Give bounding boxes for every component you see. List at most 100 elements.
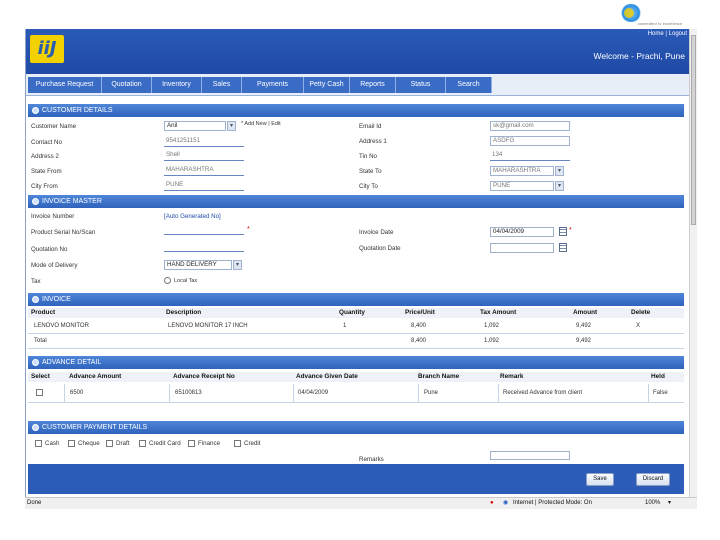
credit-card-checkbox[interactable]: [139, 440, 146, 447]
cell-branch: Pune: [424, 390, 439, 396]
chevron-down-icon[interactable]: ▾: [233, 260, 242, 270]
home-link[interactable]: Home: [648, 31, 664, 37]
address1-label: Address 1: [359, 138, 387, 145]
cheque-label: Cheque: [78, 440, 100, 447]
invoice-date-label: Invoice Date: [359, 229, 394, 236]
remarks-label: Remarks: [359, 456, 384, 463]
cell-quantity: 1: [343, 323, 347, 329]
nav-purchase-request[interactable]: Purchase Request: [28, 77, 102, 93]
invoice-header: INVOICE: [28, 293, 684, 306]
contact-field[interactable]: 9541251151: [164, 137, 244, 147]
cell-given-date: 04/04/2009: [298, 390, 329, 396]
col-select: Select: [31, 373, 50, 380]
nav-petty-cash[interactable]: Petty Cash: [304, 77, 350, 93]
nav-search[interactable]: Search: [446, 77, 492, 93]
required-star: *: [247, 226, 250, 233]
nav-status[interactable]: Status: [396, 77, 446, 93]
col-held: Held: [651, 373, 665, 380]
chevron-down-icon[interactable]: ▾: [555, 166, 564, 176]
serial-label: Product Serial No/Scan: [31, 229, 96, 236]
tax-radio[interactable]: [164, 277, 171, 284]
zoom-level[interactable]: 100%: [645, 498, 660, 509]
calendar-icon[interactable]: [559, 243, 567, 252]
top-links: Home | Logout: [647, 31, 687, 37]
cash-checkbox[interactable]: [35, 440, 42, 447]
tin-label: Tin No: [359, 153, 377, 160]
nav-sales[interactable]: Sales: [202, 77, 242, 93]
serial-field[interactable]: [164, 225, 244, 235]
app-window: iiJ Home | Logout Welcome - Prachi, Pune…: [25, 29, 689, 499]
add-edit-links: * Add New | Edit: [241, 121, 281, 127]
discard-button[interactable]: Discard: [636, 473, 670, 486]
action-bar: Save Discard: [28, 464, 684, 494]
section-icon: [32, 359, 39, 366]
total-row: Total 8,400 1,092 9,492: [28, 334, 684, 349]
finance-checkbox[interactable]: [188, 440, 195, 447]
col-amount: Amount: [573, 309, 598, 316]
add-new-link[interactable]: * Add New: [241, 121, 267, 127]
section-title: CUSTOMER DETAILS: [42, 107, 113, 114]
email-field[interactable]: sk@gmail.com: [490, 121, 570, 131]
section-icon: [32, 424, 39, 431]
quotation-no-field[interactable]: [164, 242, 244, 252]
vertical-scrollbar[interactable]: [689, 29, 697, 499]
cell-held: False: [653, 390, 668, 396]
cheque-checkbox[interactable]: [68, 440, 75, 447]
nav-inventory[interactable]: Inventory: [152, 77, 202, 93]
save-button[interactable]: Save: [586, 473, 614, 486]
nav-reports[interactable]: Reports: [350, 77, 396, 93]
state-from-label: State From: [31, 168, 62, 175]
credit-label: Credit: [244, 440, 261, 447]
customer-name-select[interactable]: Anil: [164, 121, 226, 131]
draft-checkbox[interactable]: [106, 440, 113, 447]
nav-payments[interactable]: Payments: [242, 77, 304, 93]
tax-label: Tax: [31, 278, 41, 285]
payment-details-header: CUSTOMER PAYMENT DETAILS: [28, 421, 684, 434]
app-header: iiJ Home | Logout Welcome - Prachi, Pune: [26, 29, 689, 74]
col-description: Description: [166, 309, 202, 316]
state-to-select[interactable]: MAHARASHTRA: [490, 166, 554, 176]
city-from-label: City From: [31, 183, 58, 190]
main-nav: Purchase Request Quotation Inventory Sal…: [26, 74, 689, 96]
chevron-down-icon[interactable]: ▾: [227, 121, 236, 131]
address1-field[interactable]: ASDFG: [490, 136, 570, 146]
contact-label: Contact No: [31, 139, 62, 146]
delivery-select[interactable]: HAND DELIVERY: [164, 260, 232, 270]
column-divider: [169, 384, 170, 403]
app-logo: iiJ: [30, 35, 64, 63]
welcome-text: Welcome - Prachi, Pune: [593, 51, 686, 61]
remarks-field[interactable]: [490, 451, 570, 460]
calendar-icon[interactable]: [559, 227, 567, 236]
cell-remark: Received Advance from client: [503, 390, 583, 396]
chevron-down-icon[interactable]: ▾: [555, 181, 564, 191]
chevron-down-icon[interactable]: ▾: [668, 498, 671, 509]
section-title: INVOICE: [42, 296, 71, 303]
total-label: Total: [34, 338, 47, 344]
tin-field[interactable]: 134: [490, 151, 570, 161]
scrollbar-thumb[interactable]: [691, 35, 696, 225]
state-to-label: State To: [359, 168, 382, 175]
col-product: Product: [31, 309, 56, 316]
logout-link[interactable]: Logout: [669, 31, 687, 37]
cell-receipt-no: 65100813: [175, 390, 202, 396]
cell-advance-amount: 6500: [70, 390, 84, 396]
address2-field[interactable]: Shell: [164, 151, 244, 161]
invoice-number-value: [Auto Generated No]: [164, 213, 221, 220]
city-to-label: City To: [359, 183, 378, 190]
invoice-date-field[interactable]: 04/04/2009: [490, 227, 554, 237]
select-checkbox[interactable]: [36, 389, 43, 396]
cell-product: LENOVO MONITOR: [34, 323, 89, 329]
section-icon: [32, 198, 39, 205]
edit-link[interactable]: Edit: [271, 121, 280, 127]
state-from-field[interactable]: MAHARASHTRA: [164, 166, 244, 176]
quotation-date-field[interactable]: [490, 243, 554, 253]
delivery-label: Mode of Delivery: [31, 262, 78, 269]
table-row: 6500 65100813 04/04/2009 Pune Received A…: [28, 384, 684, 403]
col-price: Price/Unit: [405, 309, 435, 316]
credit-checkbox[interactable]: [234, 440, 241, 447]
delete-row-button[interactable]: X: [636, 323, 640, 329]
nav-quotation[interactable]: Quotation: [102, 77, 152, 93]
city-to-select[interactable]: PUNE: [490, 181, 554, 191]
city-from-field[interactable]: PUNE: [164, 181, 244, 191]
finance-label: Finance: [198, 440, 221, 447]
